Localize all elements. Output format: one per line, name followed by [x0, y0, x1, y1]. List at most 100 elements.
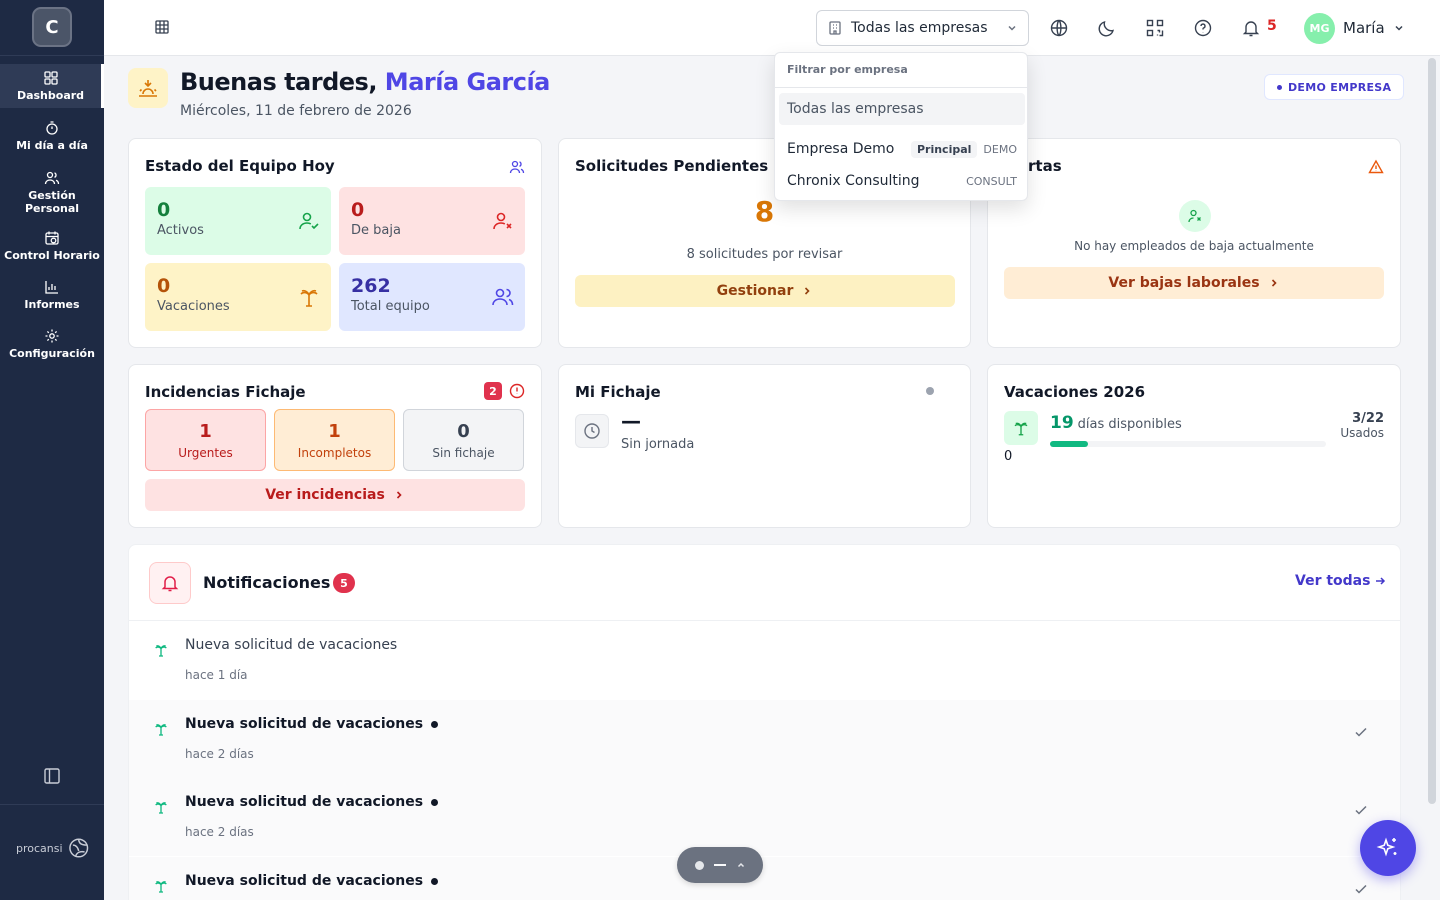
empty-state-text: No hay empleados de baja actualmente: [1074, 239, 1314, 253]
sunset-icon-box: [128, 68, 168, 108]
apps-grid-icon[interactable]: [154, 19, 170, 35]
users-icon: [44, 171, 60, 184]
palm-icon-box: [1004, 411, 1038, 445]
app-logo[interactable]: C: [32, 7, 72, 47]
notification-text: Nueva solicitud de vacaciones: [185, 873, 439, 889]
requests-subtitle: 8 solicitudes por revisar: [686, 247, 843, 262]
status-dot: [694, 860, 704, 870]
card-title: Estado del Equipo Hoy: [145, 157, 335, 175]
palm-tree-icon: [155, 881, 167, 893]
incident-label: Urgentes: [178, 445, 233, 460]
vacation-days: 19 días disponibles: [1050, 413, 1182, 433]
ai-assistant-button[interactable]: [1360, 820, 1416, 876]
alerts-card: rtas No hay empleados de baja actualment…: [987, 138, 1401, 348]
page-scrollbar[interactable]: [1428, 58, 1436, 804]
sidebar-item-label: Informes: [24, 298, 80, 311]
user-name: María: [1343, 19, 1385, 37]
sidebar-item-control-horario[interactable]: Control Horario: [0, 224, 104, 268]
notifications-title: Notificaciones: [203, 573, 331, 592]
dropdown-option-all[interactable]: Todas las empresas: [779, 93, 1025, 125]
stat-value: 262: [351, 275, 391, 297]
palm-tree-icon: [155, 645, 167, 657]
company-code: DEMO: [983, 142, 1017, 156]
mark-read-check-icon[interactable]: [1353, 881, 1369, 897]
page-title: Buenas tardes, María García: [180, 68, 550, 96]
stat-total-equipo[interactable]: 262 Total equipo: [339, 263, 525, 331]
vacation-zero: 0: [1004, 449, 1013, 464]
incidents-badge: 2: [484, 382, 502, 400]
sidebar-item-dashboard[interactable]: Dashboard: [0, 64, 104, 108]
sidebar-collapse-icon[interactable]: [43, 767, 61, 785]
option-label: Empresa Demo: [787, 141, 895, 157]
mark-read-check-icon[interactable]: [1353, 802, 1369, 818]
mark-read-check-icon[interactable]: [1353, 724, 1369, 740]
stat-activos[interactable]: 0 Activos: [145, 187, 331, 255]
dropdown-option-chronix[interactable]: Chronix Consulting CONSULT: [779, 165, 1025, 197]
stat-label: Vacaciones: [157, 299, 230, 314]
sidebar-item-mi-dia[interactable]: Mi día a día: [0, 114, 104, 158]
user-menu[interactable]: MG María: [1304, 12, 1405, 44]
sidebar-item-label: Mi día a día: [16, 139, 88, 152]
incident-incomplete-tile[interactable]: 1 Incompletos: [274, 409, 395, 471]
alert-circle-icon: [509, 383, 525, 399]
sidebar: C Dashboard Mi día a día Gestión Persona…: [0, 0, 104, 900]
incident-label: Incompletos: [297, 445, 372, 460]
notification-item[interactable]: Nueva solicitud de vacaciones hace 2 día…: [129, 700, 1400, 778]
globe-icon[interactable]: [1049, 18, 1069, 38]
gear-icon: [45, 329, 59, 343]
incident-no-clock-tile[interactable]: 0 Sin fichaje: [403, 409, 524, 471]
incident-urgent-tile[interactable]: 1 Urgentes: [145, 409, 266, 471]
notification-item[interactable]: Nueva solicitud de vacaciones hace 1 día: [129, 621, 1400, 699]
greeting-prefix: Buenas tardes,: [180, 68, 377, 96]
unread-dot: [431, 877, 439, 885]
users-icon: [492, 288, 514, 306]
sidebar-item-informes[interactable]: Informes: [0, 273, 104, 317]
avatar: MG: [1304, 12, 1335, 44]
sidebar-item-configuracion[interactable]: Configuración: [0, 322, 104, 366]
chevron-up-icon: [737, 862, 744, 868]
palm-tree-icon: [155, 802, 167, 814]
stat-de-baja[interactable]: 0 De baja: [339, 187, 525, 255]
dropdown-header: Filtrar por empresa: [787, 63, 908, 76]
floating-clock-widget[interactable]: [677, 847, 763, 883]
palm-tree-icon: [300, 289, 318, 307]
notification-text: Nueva solicitud de vacaciones: [185, 716, 439, 732]
view-leaves-button[interactable]: Ver bajas laborales: [1004, 267, 1384, 299]
help-icon[interactable]: [1193, 18, 1213, 38]
users-icon[interactable]: [509, 159, 525, 175]
incident-value: 0: [457, 420, 470, 442]
notification-title: Nueva solicitud de vacaciones: [185, 637, 398, 653]
moon-icon[interactable]: [1097, 18, 1117, 38]
team-status-card: Estado del Equipo Hoy 0 Activos 0 De baj…: [128, 138, 542, 348]
sidebar-item-gestion-personal[interactable]: Gestión Personal: [0, 168, 104, 216]
greeting-name: María García: [376, 68, 551, 96]
vacation-progress-fill: [1050, 441, 1088, 447]
notification-time: hace 1 día: [185, 668, 248, 682]
notifications-panel: Notificaciones 5 Ver todas Nueva solicit…: [128, 544, 1401, 900]
dropdown-option-empresa-demo[interactable]: Empresa Demo Principal DEMO: [779, 133, 1025, 165]
notification-time: hace 2 días: [185, 747, 254, 761]
chevron-right-icon: [396, 491, 402, 499]
view-incidents-button[interactable]: Ver incidencias: [145, 479, 525, 511]
palm-tree-icon: [155, 724, 167, 736]
sidebar-item-label: Gestión Personal: [24, 188, 80, 215]
manage-requests-button[interactable]: Gestionar: [575, 275, 955, 307]
qr-code-icon[interactable]: [1145, 18, 1165, 38]
incident-value: 1: [199, 420, 212, 442]
vacation-days-value: 19: [1050, 413, 1074, 433]
vacation-used-label: Usados: [1340, 426, 1384, 440]
stat-vacaciones[interactable]: 0 Vacaciones: [145, 263, 331, 331]
notifications-count-badge: 5: [333, 573, 355, 593]
bell-icon[interactable]: [1241, 18, 1261, 38]
sidebar-divider: [0, 804, 104, 805]
stat-value: 0: [351, 199, 365, 221]
notification-item[interactable]: Nueva solicitud de vacaciones hace 2 día…: [129, 778, 1400, 856]
notification-text: Nueva solicitud de vacaciones: [185, 794, 439, 810]
company-badge: DEMO EMPRESA: [1264, 74, 1405, 100]
notification-text: Nueva solicitud de vacaciones: [185, 637, 397, 653]
company-select[interactable]: Todas las empresas: [816, 10, 1029, 46]
topbar: Todas las empresas 5 MG María: [104, 0, 1440, 56]
status-dot: [926, 387, 934, 395]
see-all-notifications-link[interactable]: Ver todas: [1295, 573, 1386, 589]
notification-item[interactable]: Nueva solicitud de vacaciones: [129, 857, 1400, 900]
